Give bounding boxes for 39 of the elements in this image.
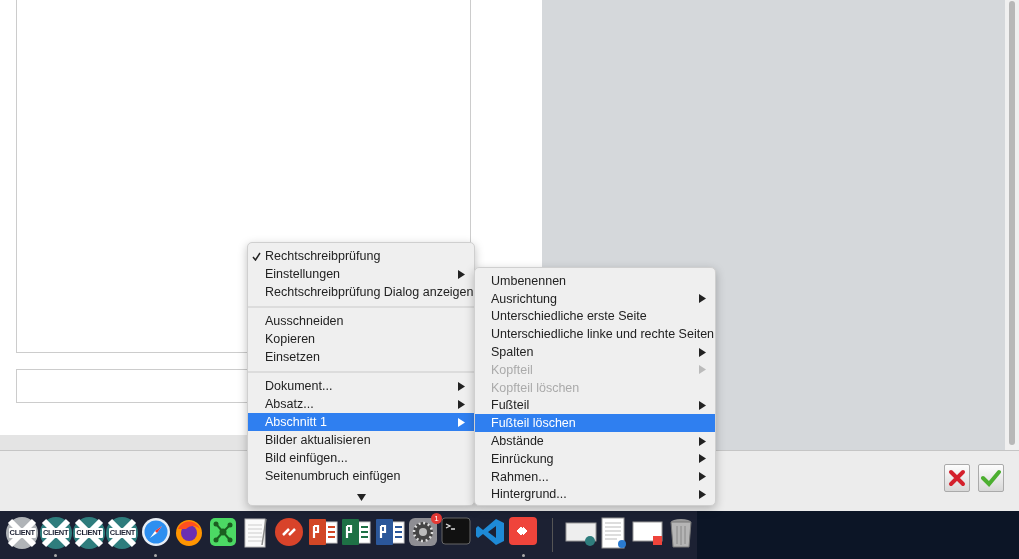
mind-map-icon[interactable] (208, 517, 237, 547)
remote-access-icon[interactable] (509, 517, 538, 545)
scroll-down-icon[interactable] (356, 494, 366, 501)
notepad-icon[interactable] (243, 517, 270, 549)
menu-item[interactable]: Bilder aktualisieren (248, 431, 474, 449)
menu-item[interactable]: Einrückung (475, 449, 715, 468)
menu-item[interactable]: Rechtschreibprüfung (248, 247, 474, 265)
menu-item[interactable]: Unterschiedliche erste Seite (475, 307, 715, 326)
document-thumbnail-icon[interactable] (601, 517, 628, 549)
menu-item[interactable]: Einsetzen (248, 348, 474, 366)
menu-item[interactable]: Einstellungen (248, 265, 474, 283)
menu-item[interactable]: Absatz... (248, 395, 474, 413)
cancel-button[interactable] (944, 464, 970, 492)
checkmark-icon (981, 469, 1001, 487)
scrollbar[interactable] (1005, 0, 1019, 450)
menu-item[interactable]: Rahmen... (475, 467, 715, 486)
menu-item[interactable]: Umbenennen (475, 272, 715, 290)
remote-desktop-icon[interactable] (274, 517, 305, 547)
menu-item[interactable]: Fußteil (475, 396, 715, 415)
menu-item[interactable]: Fußteil löschen (475, 414, 715, 433)
menu-item[interactable]: Seitenumbruch einfügen (248, 467, 474, 485)
menu-item[interactable]: Bild einfügen... (248, 449, 474, 467)
menu-item[interactable]: Hintergrund... (475, 485, 715, 504)
menu-item[interactable]: Unterschiedliche linke und rechte Seiten (475, 325, 715, 344)
notification-badge: 1 (431, 513, 443, 524)
menu-item[interactable]: Ausrichtung (475, 289, 715, 308)
menu-item[interactable]: Dokument... (248, 377, 474, 395)
compass-icon[interactable] (140, 517, 171, 547)
menu-item[interactable]: Abschnitt 1 (248, 413, 474, 431)
menu-item[interactable]: Rechtschreibprüfung Dialog anzeigen (248, 283, 474, 301)
cross-icon (948, 469, 966, 487)
menu-item[interactable]: Spalten (475, 343, 715, 361)
confirm-button[interactable] (978, 464, 1004, 492)
trash-icon[interactable] (668, 517, 693, 549)
terminal-icon[interactable] (441, 517, 472, 545)
menu-item[interactable]: Kopieren (248, 330, 474, 348)
menu-item[interactable]: Ausschneiden (248, 312, 474, 330)
code-editor-icon[interactable] (474, 517, 505, 547)
menu-item[interactable]: Abstände (475, 432, 715, 450)
